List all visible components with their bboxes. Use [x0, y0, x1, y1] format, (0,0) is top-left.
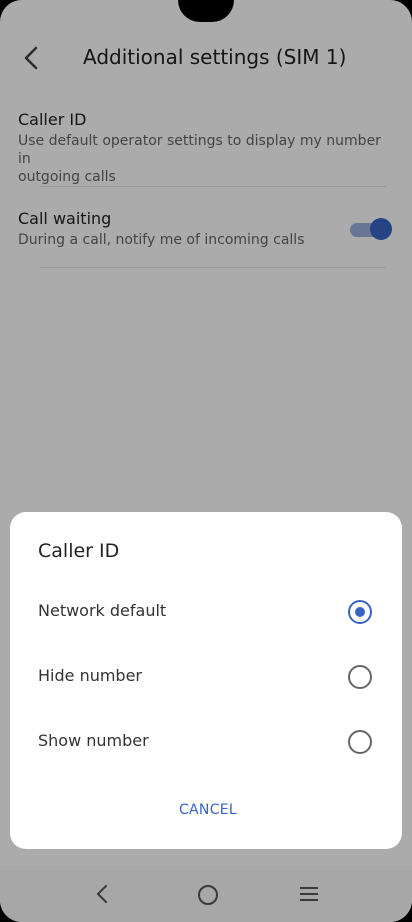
option-network-default[interactable]: Network default	[10, 584, 402, 640]
option-label: Show number	[38, 731, 149, 750]
option-label: Hide number	[38, 666, 143, 685]
phone-screen: 10:00 100 Additional settings (SIM 1) Ca…	[0, 0, 412, 922]
option-label: Network default	[38, 601, 167, 620]
option-show-number[interactable]: Show number	[10, 714, 402, 770]
option-hide-number[interactable]: Hide number	[10, 649, 402, 705]
caller-id-dialog: Caller ID Network default Hide number Sh…	[10, 512, 402, 849]
dialog-title: Caller ID	[38, 540, 120, 562]
radio-unchecked-icon[interactable]	[348, 730, 372, 754]
radio-unchecked-icon[interactable]	[348, 665, 372, 689]
radio-checked-icon[interactable]	[348, 600, 372, 624]
radio-dot	[355, 607, 365, 617]
cancel-button[interactable]: CANCEL	[162, 794, 254, 826]
